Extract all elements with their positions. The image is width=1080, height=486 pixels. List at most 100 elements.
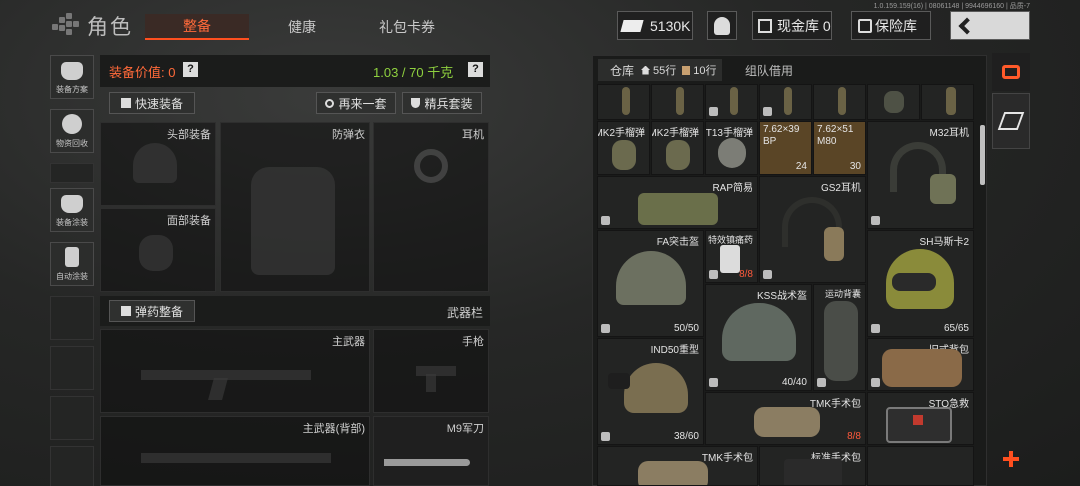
tab-label: 礼包卡券 xyxy=(379,19,435,35)
storage-item[interactable] xyxy=(759,84,812,120)
loadout-plan-button[interactable]: 装备方案 xyxy=(50,55,94,99)
layers-sort-icon xyxy=(1002,65,1020,79)
storage-item-standard-kit[interactable]: 标准手术包 xyxy=(759,446,866,486)
storage-item[interactable] xyxy=(921,84,974,120)
primary-weapon-slot[interactable]: 主武器 xyxy=(100,329,370,413)
firstaid-case-icon xyxy=(886,407,952,443)
storage-item-rap[interactable]: RAP简易 xyxy=(597,176,758,229)
storage-item[interactable] xyxy=(867,446,974,486)
item-box-icon xyxy=(763,107,772,116)
item-count: 50/50 xyxy=(673,323,699,334)
tab-health[interactable]: 健康 xyxy=(250,14,354,40)
slot-label: 耳机 xyxy=(462,129,484,141)
tab-label: 仓库 xyxy=(610,63,635,78)
tab-gift-cards[interactable]: 礼包卡券 xyxy=(355,14,459,40)
tab-label: 整备 xyxy=(183,18,211,34)
auto-paint-button[interactable]: 自动涂装 xyxy=(50,242,94,286)
storage-item-m32-headset[interactable]: M32耳机 xyxy=(867,121,974,229)
shirt-icon xyxy=(120,98,131,108)
knife-icon xyxy=(384,459,470,466)
equipment-paint-button[interactable]: 装备涂装 xyxy=(50,188,94,232)
knife-slot[interactable]: M9军刀 xyxy=(373,416,489,486)
weight-help-icon[interactable]: ? xyxy=(468,62,483,77)
storage-item-tmk-kit[interactable]: TMK手术包 xyxy=(597,446,758,486)
support-agent-button[interactable] xyxy=(707,11,737,40)
item-name: SH马斯卡2 xyxy=(919,237,969,248)
equipment-value: 装备价值: 0 xyxy=(109,62,175,81)
item-name: GS2耳机 xyxy=(820,183,861,194)
tab-warehouse[interactable]: 仓库 55行 10行 xyxy=(598,59,722,81)
item-count: 40/40 xyxy=(781,377,807,388)
storage-item[interactable] xyxy=(597,84,650,120)
storage-item-762x51-m80[interactable]: 7.62×51 M80 30 xyxy=(813,121,866,175)
storage-item[interactable] xyxy=(651,84,704,120)
recycle-icon xyxy=(62,114,82,134)
face-equipment-slot[interactable]: 面部装备 xyxy=(100,208,216,292)
sort-warehouse-button[interactable] xyxy=(992,53,1030,91)
surgical-kit-icon xyxy=(638,461,708,485)
quick-equip-button[interactable]: 快速装备 xyxy=(109,92,195,114)
headset-cup-icon xyxy=(824,227,844,261)
item-name: T13手榴弹 xyxy=(705,128,753,139)
equip-again-button[interactable]: 再来一套 xyxy=(316,92,396,114)
storage-scrollbar[interactable] xyxy=(980,125,985,185)
storage-item-tmk-kit[interactable]: TMK手术包 8/8 xyxy=(705,392,866,445)
storage-item-t13-grenade[interactable]: T13手榴弹 xyxy=(705,121,758,175)
storage-item-old-backpack[interactable]: 旧式背包 xyxy=(867,338,974,391)
grenade-icon xyxy=(718,138,746,168)
storage-grid: MK2手榴弹 MK2手榴弹 T13手榴弹 7.62×39 BP 24 7.62×… xyxy=(597,84,977,486)
storage-item-kss-helmet[interactable]: KSS战术盔 40/40 xyxy=(705,284,812,391)
slot-label: 手枪 xyxy=(462,336,484,348)
storage-item-sh-helmet[interactable]: SH马斯卡2 65/65 xyxy=(867,230,974,337)
ammo-equip-button[interactable]: 弹药整备 xyxy=(109,300,195,322)
grenade-launcher-round-icon xyxy=(730,87,738,115)
storage-item-fa-helmet[interactable]: FA突击盔 50/50 xyxy=(597,230,704,337)
pistol-slot[interactable]: 手枪 xyxy=(373,329,489,413)
grenade-launcher-round-icon xyxy=(946,87,956,115)
cash-storage-button[interactable]: 现金库 0 xyxy=(752,11,832,40)
stack-icon xyxy=(997,112,1025,130)
item-count: 24 xyxy=(795,161,807,172)
item-name: KSS战术盔 xyxy=(756,291,807,302)
item-name: 运动背囊 xyxy=(824,289,861,299)
slot-label: 主武器 xyxy=(332,336,365,348)
tab-team-borrow[interactable]: 组队借用 xyxy=(728,59,810,81)
surgical-kit-icon xyxy=(754,407,820,437)
elite-set-button[interactable]: 精兵套装 xyxy=(402,92,482,114)
storage-item-mk2-grenade[interactable]: MK2手榴弹 xyxy=(597,121,650,175)
item-name: 7.62×39 BP xyxy=(763,124,800,147)
storage-item-mk2-grenade[interactable]: MK2手榴弹 xyxy=(651,121,704,175)
spray-icon xyxy=(65,247,79,267)
banknote-icon xyxy=(620,19,644,32)
slot-label: 头部装备 xyxy=(167,129,211,141)
stack-organize-button[interactable] xyxy=(992,93,1030,149)
insurance-vault-button[interactable]: 保险库 xyxy=(851,11,931,40)
storage-item[interactable] xyxy=(705,84,758,120)
storage-item-ind50-helmet[interactable]: IND50重型 38/60 xyxy=(597,338,704,445)
button-label: 再来一套 xyxy=(338,96,387,111)
earphone-slot[interactable]: 耳机 xyxy=(373,122,489,292)
tab-maintenance[interactable]: 整备 xyxy=(145,14,249,40)
helmet-icon xyxy=(624,363,688,413)
side-menu-label: 装备方案 xyxy=(56,85,88,94)
add-storage-button[interactable] xyxy=(992,440,1030,478)
storage-item-painkiller[interactable]: 特效镇痛药 8/8 xyxy=(705,230,758,283)
armor-slot[interactable]: 防弹衣 xyxy=(220,122,370,292)
currency-display[interactable]: 5130K xyxy=(617,11,693,40)
supply-recycle-button[interactable]: 物资回收 xyxy=(50,109,94,153)
storage-item[interactable] xyxy=(813,84,866,120)
grenade-launcher-round-icon xyxy=(622,87,630,115)
storage-item-762x39-bp[interactable]: 7.62×39 BP 24 xyxy=(759,121,812,175)
button-label: 弹药整备 xyxy=(134,304,183,319)
item-name: IND50重型 xyxy=(650,345,699,356)
storage-item-sport-bag[interactable]: 运动背囊 xyxy=(813,284,866,391)
head-equipment-slot[interactable]: 头部装备 xyxy=(100,122,216,206)
item-box-icon xyxy=(709,107,718,116)
primary-back-weapon-slot[interactable]: 主武器(背部) xyxy=(100,416,370,486)
storage-item-gs2-headset[interactable]: GS2耳机 xyxy=(759,176,866,283)
storage-item[interactable] xyxy=(867,84,920,120)
agent-icon xyxy=(714,16,730,35)
value-help-icon[interactable]: ? xyxy=(183,62,198,77)
storage-item-sto-firstaid[interactable]: STO急救 xyxy=(867,392,974,445)
back-button[interactable] xyxy=(950,11,1030,40)
